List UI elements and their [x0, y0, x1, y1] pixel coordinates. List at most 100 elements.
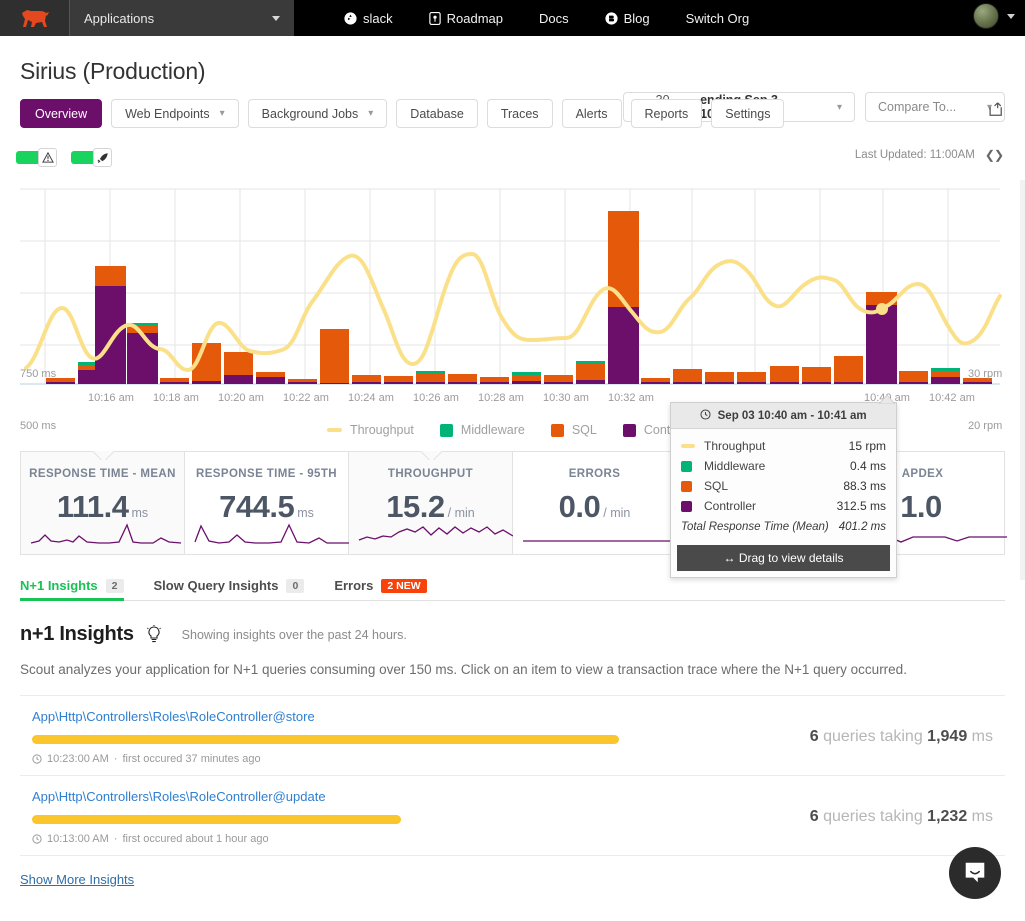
- dog-logo-icon: [21, 10, 49, 27]
- card-value: 15.2: [386, 489, 445, 524]
- card-sparkline: [523, 540, 679, 542]
- card-unit: / min: [447, 506, 475, 520]
- list-item[interactable]: App\Http\Controllers\Roles\RoleControlle…: [20, 696, 1005, 776]
- tab-traces[interactable]: Traces: [486, 99, 553, 128]
- tab-traces-label: Traces: [500, 106, 539, 121]
- insight-duration-bar: [32, 735, 619, 744]
- avatar: [973, 3, 999, 29]
- insight-query-count: 6: [809, 807, 819, 825]
- card-sparkline: [30, 523, 182, 544]
- chart-pager-arrows[interactable]: ❮❯: [985, 148, 1004, 162]
- tab-settings-label: Settings: [725, 106, 771, 121]
- card-notch: [88, 451, 118, 460]
- tooltip-total-label: Total Response Time (Mean): [681, 521, 829, 533]
- tooltip-label-throughput: Throughput: [704, 439, 766, 453]
- tooltip-value-middleware: 0.4 ms: [849, 459, 886, 473]
- insight-tab-n1[interactable]: N+1 Insights 2: [20, 578, 124, 601]
- insight-tab-slow-query[interactable]: Slow Query Insights 0: [154, 578, 305, 600]
- insight-tab-errors-badge: 2 NEW: [381, 578, 427, 593]
- tab-overview[interactable]: Overview: [20, 99, 103, 128]
- insight-duration: 1,949: [927, 727, 968, 745]
- legend-swatch-throughput: [326, 428, 342, 432]
- slack-icon: [344, 11, 357, 25]
- legend-item-middleware[interactable]: Middleware: [439, 423, 525, 437]
- chevron-down-icon: ▾: [368, 108, 374, 119]
- card-response-time-95th[interactable]: RESPONSE TIME - 95TH 744.5 ms: [185, 451, 351, 555]
- tooltip-value-throughput: 15 rpm: [848, 439, 886, 453]
- nav-label-docs: Docs: [539, 10, 569, 26]
- card-throughput[interactable]: THROUGHPUT 15.2/ min: [349, 451, 514, 555]
- nav-link-blog[interactable]: Blog: [587, 11, 668, 26]
- tab-web-endpoints[interactable]: Web Endpoints ▾: [111, 99, 239, 128]
- card-errors[interactable]: ERRORS 0.0/ min: [513, 451, 679, 555]
- nav-link-slack[interactable]: slack: [326, 11, 411, 26]
- legend-item-sql[interactable]: SQL: [550, 423, 597, 437]
- insight-summary: 6 queries taking 1,949 ms: [794, 728, 993, 746]
- insights-description: Scout analyzes your application for N+1 …: [20, 662, 907, 677]
- chart-plot-area[interactable]: [0, 188, 1025, 388]
- applications-dropdown-label: Applications: [84, 10, 155, 26]
- list-item[interactable]: App\Http\Controllers\Roles\RoleControlle…: [20, 776, 1005, 856]
- x-axis-tick-1: 10:18 am: [153, 392, 199, 404]
- show-more-insights-link[interactable]: Show More Insights: [20, 872, 134, 887]
- x-axis-tick-5: 10:26 am: [413, 392, 459, 404]
- card-notch: [416, 451, 446, 460]
- legend-item-throughput[interactable]: Throughput: [326, 423, 414, 437]
- insight-endpoint-link[interactable]: App\Http\Controllers\Roles\RoleControlle…: [32, 709, 315, 724]
- insight-time: 10:23:00 AM: [47, 753, 109, 765]
- tooltip-value-controller: 312.5 ms: [836, 499, 886, 513]
- insight-separator: ·: [113, 833, 118, 845]
- alerts-toggle[interactable]: [16, 148, 57, 167]
- tab-reports[interactable]: Reports: [630, 99, 703, 128]
- insight-duration-unit: ms: [971, 727, 993, 745]
- nav-link-switch-org[interactable]: Switch Org: [668, 11, 768, 26]
- throughput-line: [24, 252, 1002, 372]
- tooltip-row-throughput: Throughput 15 rpm: [681, 436, 886, 456]
- tooltip-drag-button[interactable]: ↔ Drag to view details: [677, 545, 890, 571]
- tooltip-body: Throughput 15 rpm Middleware 0.4 ms SQL …: [671, 429, 896, 541]
- insight-duration-bar: [32, 815, 402, 824]
- deploys-toggle[interactable]: [71, 148, 112, 167]
- clock-icon: [32, 754, 42, 764]
- tooltip-total-row: Total Response Time (Mean) 401.2 ms: [681, 516, 886, 537]
- tab-background-jobs[interactable]: Background Jobs ▾: [247, 99, 388, 128]
- tab-alerts[interactable]: Alerts: [561, 99, 622, 128]
- tooltip-title-text: Sep 03 10:40 am - 10:41 am: [717, 410, 867, 422]
- share-export-icon: [989, 102, 1002, 116]
- tooltip-swatch-controller: [681, 500, 692, 512]
- tab-settings[interactable]: Settings: [711, 99, 785, 128]
- chart-toggle-group: [16, 148, 112, 167]
- insight-count-label: queries taking: [823, 807, 923, 825]
- nav-label-roadmap: Roadmap: [446, 10, 503, 26]
- tab-database[interactable]: Database: [396, 99, 478, 128]
- insight-meta: 10:13:00 AM · first occured about 1 hour…: [32, 833, 794, 845]
- applications-dropdown[interactable]: Applications: [70, 0, 294, 36]
- nav-link-docs[interactable]: Docs: [521, 11, 587, 26]
- insights-subtitle: Showing insights over the past 24 hours.: [181, 627, 407, 642]
- card-response-time-mean[interactable]: RESPONSE TIME - MEAN 111.4 ms: [20, 451, 185, 555]
- page-title: Sirius (Production): [20, 58, 206, 84]
- insight-time: 10:13:00 AM: [47, 833, 109, 845]
- x-axis-tick-3: 10:22 am: [283, 392, 329, 404]
- nav-label-switch-org: Switch Org: [685, 10, 750, 26]
- page-scrollbar[interactable]: [1020, 180, 1025, 580]
- insight-tab-errors-label: Errors: [334, 578, 374, 593]
- insight-tab-n1-count: 2: [105, 578, 124, 593]
- chat-widget-button[interactable]: [949, 847, 1001, 899]
- tooltip-label-middleware: Middleware: [704, 459, 766, 473]
- nav-label-blog: Blog: [623, 10, 650, 26]
- insight-endpoint-link[interactable]: App\Http\Controllers\Roles\RoleControlle…: [32, 789, 326, 804]
- scout-dog-logo[interactable]: [0, 0, 70, 36]
- tooltip-row-sql: SQL 88.3 ms: [681, 476, 886, 496]
- tooltip-row-controller: Controller 312.5 ms: [681, 496, 886, 516]
- user-menu[interactable]: [973, 3, 1015, 29]
- y2-axis-tick-30rpm: 30 rpm: [968, 368, 1003, 380]
- share-button[interactable]: [987, 101, 1003, 122]
- card-title: RESPONSE TIME - 95TH: [196, 468, 337, 480]
- insight-tab-errors[interactable]: Errors 2 NEW: [334, 578, 427, 600]
- last-updated-label: Last Updated: 11:00AM: [854, 149, 975, 161]
- nav-link-roadmap[interactable]: Roadmap: [411, 11, 521, 26]
- drag-horizontal-icon: ↔: [723, 551, 736, 565]
- x-axis-tick-6: 10:28 am: [478, 392, 524, 404]
- tooltip-row-middleware: Middleware 0.4 ms: [681, 456, 886, 476]
